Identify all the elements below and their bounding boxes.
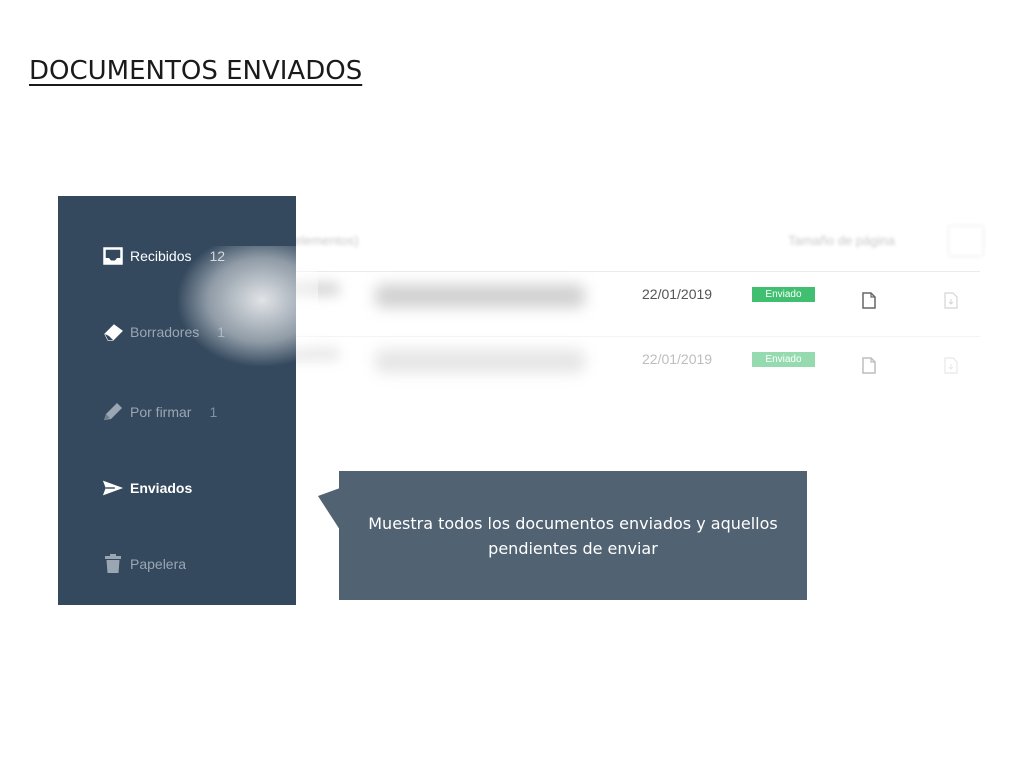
- download-document-icon[interactable]: [944, 292, 958, 312]
- sidebar-item-label: Por firmar: [130, 404, 192, 420]
- sidebar-item-enviados[interactable]: Enviados: [102, 476, 192, 500]
- blurred-subject: [375, 284, 585, 308]
- sidebar-item-label: Enviados: [130, 480, 193, 496]
- sidebar: Recibidos 12 Borradores 1 Por firmar 1 E…: [58, 196, 318, 605]
- blurred-subject: [375, 349, 585, 373]
- inbox-icon: [102, 245, 124, 267]
- sidebar-item-por-firmar[interactable]: Por firmar 1: [102, 400, 217, 424]
- document-icon[interactable]: [862, 357, 876, 377]
- sidebar-item-label: Papelera: [130, 556, 187, 572]
- document-icon[interactable]: [862, 292, 876, 312]
- status-badge: Enviado: [752, 352, 815, 367]
- page-size-label: Tamaño de página: [788, 233, 895, 248]
- pen-icon: [102, 401, 124, 423]
- sidebar-item-count: 1: [217, 324, 226, 340]
- status-badge: Enviado: [752, 287, 815, 302]
- page-size-select[interactable]: [948, 225, 984, 257]
- sidebar-item-label: Borradores: [130, 324, 200, 340]
- trash-icon: [102, 553, 124, 575]
- callout-box: Muestra todos los documentos enviados y …: [339, 471, 807, 600]
- sidebar-item-recibidos[interactable]: Recibidos 12: [102, 244, 225, 268]
- sidebar-item-count: 12: [209, 248, 226, 264]
- callout-text: Muestra todos los documentos enviados y …: [368, 513, 778, 558]
- eraser-icon: [102, 321, 124, 343]
- sidebar-item-papelera[interactable]: Papelera: [102, 552, 186, 576]
- sidebar-item-borradores[interactable]: Borradores 1: [102, 320, 225, 344]
- slide-title: DOCUMENTOS ENVIADOS: [29, 56, 363, 86]
- row-date: 22/01/2019: [642, 286, 713, 302]
- sidebar-item-count: 1: [209, 404, 218, 420]
- sidebar-item-label: Recibidos: [130, 248, 192, 264]
- download-document-icon[interactable]: [944, 357, 958, 377]
- callout-pointer: [318, 487, 340, 539]
- send-icon: [102, 477, 124, 499]
- row-date: 22/01/2019: [642, 351, 713, 367]
